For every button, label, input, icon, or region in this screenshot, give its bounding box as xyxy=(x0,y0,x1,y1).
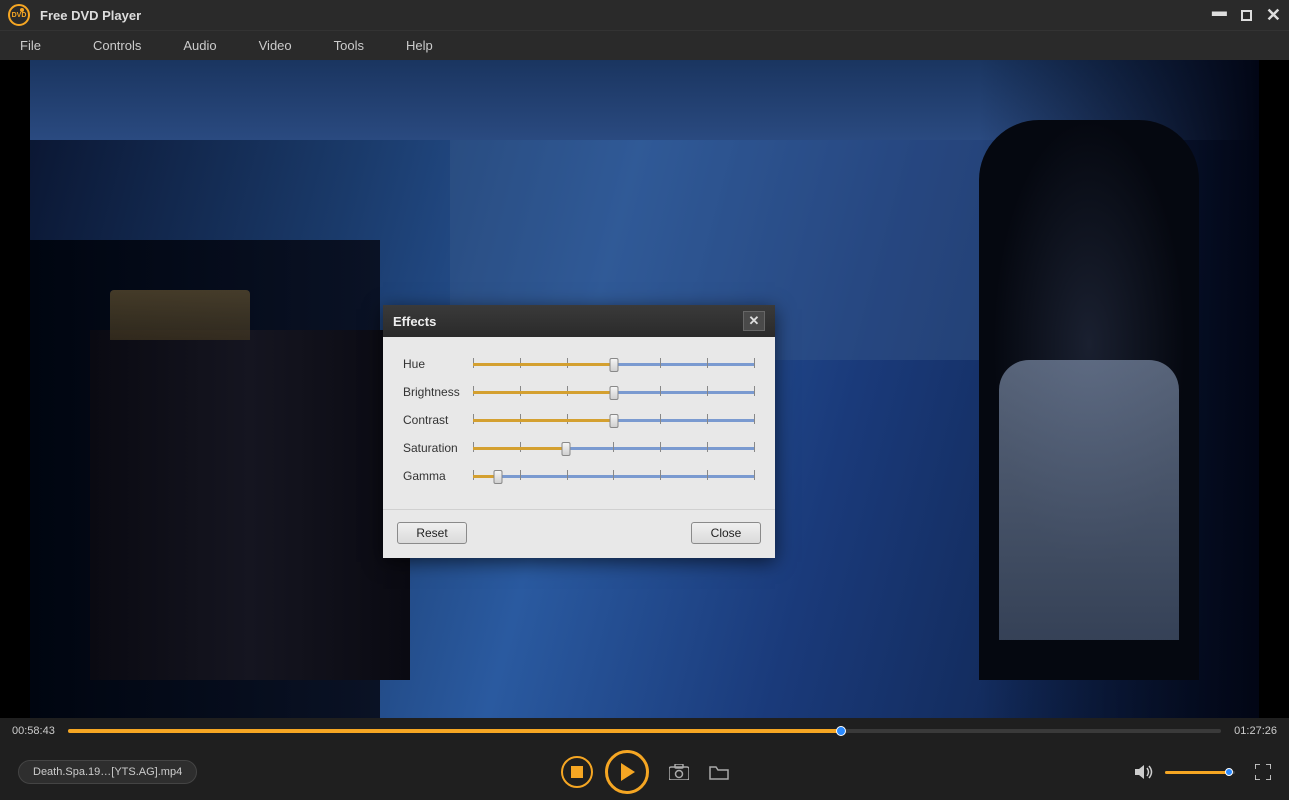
fullscreen-button[interactable] xyxy=(1255,764,1271,780)
effect-label-gamma: Gamma xyxy=(403,469,473,483)
app-title: Free DVD Player xyxy=(40,8,1212,23)
menu-video[interactable]: Video xyxy=(247,32,322,59)
dialog-title: Effects xyxy=(393,314,743,329)
video-viewport[interactable]: Effects ✕ Hue Brightness Contrast Saturatio… xyxy=(0,60,1289,718)
time-total: 01:27:26 xyxy=(1231,725,1277,737)
camera-icon xyxy=(669,764,689,780)
effect-thumb-contrast[interactable] xyxy=(610,414,619,428)
time-current: 00:58:43 xyxy=(12,725,58,737)
effects-dialog: Effects ✕ Hue Brightness Contrast Saturatio… xyxy=(383,305,775,558)
menu-audio[interactable]: Audio xyxy=(171,32,246,59)
effect-slider-hue[interactable] xyxy=(473,355,755,373)
effect-label-brightness: Brightness xyxy=(403,385,473,399)
menu-file[interactable]: File xyxy=(8,32,81,59)
effect-thumb-saturation[interactable] xyxy=(562,442,571,456)
stop-icon xyxy=(571,766,583,778)
filename-chip[interactable]: Death.Spa.19…[YTS.AG].mp4 xyxy=(18,760,197,784)
effect-thumb-gamma[interactable] xyxy=(494,470,503,484)
effect-label-hue: Hue xyxy=(403,357,473,371)
fullscreen-icon xyxy=(1255,764,1271,780)
volume-slider[interactable] xyxy=(1165,771,1235,774)
effect-thumb-brightness[interactable] xyxy=(610,386,619,400)
seek-track[interactable] xyxy=(68,729,1221,733)
menu-tools[interactable]: Tools xyxy=(322,32,394,59)
menu-help[interactable]: Help xyxy=(394,32,463,59)
reset-button[interactable]: Reset xyxy=(397,522,467,544)
folder-icon xyxy=(709,764,729,780)
window-close-button[interactable]: ✕ xyxy=(1266,6,1281,24)
effect-label-contrast: Contrast xyxy=(403,413,473,427)
seek-bar: 00:58:43 01:27:26 xyxy=(0,718,1289,744)
dialog-close-button[interactable]: ✕ xyxy=(743,311,765,331)
effect-slider-gamma[interactable] xyxy=(473,467,755,485)
titlebar: DVD Free DVD Player ▬ ✕ xyxy=(0,0,1289,30)
seek-thumb[interactable] xyxy=(836,726,846,736)
menu-controls[interactable]: Controls xyxy=(81,32,171,59)
effect-slider-contrast[interactable] xyxy=(473,411,755,429)
play-button[interactable] xyxy=(605,750,649,794)
control-bar: Death.Spa.19…[YTS.AG].mp4 xyxy=(0,744,1289,800)
effect-thumb-hue[interactable] xyxy=(610,358,619,372)
app-logo-icon: DVD xyxy=(8,4,30,26)
effect-label-saturation: Saturation xyxy=(403,441,473,455)
volume-thumb[interactable] xyxy=(1225,768,1233,776)
play-icon xyxy=(619,763,635,781)
close-button[interactable]: Close xyxy=(691,522,761,544)
minimize-button[interactable]: ▬ xyxy=(1212,4,1227,19)
open-folder-button[interactable] xyxy=(709,764,729,780)
volume-icon xyxy=(1135,764,1153,780)
effect-slider-brightness[interactable] xyxy=(473,383,755,401)
effect-slider-saturation[interactable] xyxy=(473,439,755,457)
volume-button[interactable] xyxy=(1135,764,1153,780)
maximize-button[interactable] xyxy=(1241,10,1252,21)
menubar: File Controls Audio Video Tools Help xyxy=(0,30,1289,60)
stop-button[interactable] xyxy=(561,756,593,788)
snapshot-button[interactable] xyxy=(669,764,689,780)
